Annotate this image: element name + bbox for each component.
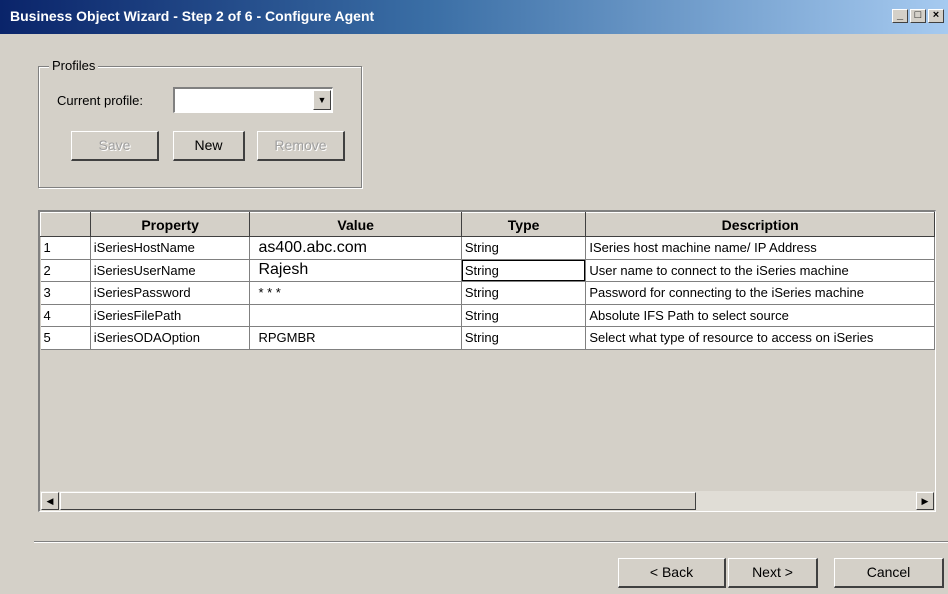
row-number: 3 xyxy=(40,281,91,305)
column-header-value[interactable]: Value xyxy=(249,212,462,237)
horizontal-scrollbar[interactable]: ◀ ▶ xyxy=(40,491,935,511)
profiles-legend: Profiles xyxy=(49,58,99,73)
description-cell: Select what type of resource to access o… xyxy=(585,326,935,350)
title-bar: Business Object Wizard - Step 2 of 6 - C… xyxy=(0,0,948,34)
value-cell[interactable]: Rajesh xyxy=(249,259,462,282)
minimize-icon[interactable]: _ xyxy=(892,9,908,23)
window-controls: _ □ × xyxy=(892,9,944,23)
property-cell: iSeriesUserName xyxy=(90,259,251,282)
table-row[interactable]: 4 iSeriesFilePath String Absolute IFS Pa… xyxy=(40,304,935,327)
window-title: Business Object Wizard - Step 2 of 6 - C… xyxy=(10,8,375,24)
type-cell: String xyxy=(461,326,587,350)
column-header-type[interactable]: Type xyxy=(460,212,587,237)
description-cell: ISeries host machine name/ IP Address xyxy=(585,236,935,260)
property-cell: iSeriesODAOption xyxy=(90,326,251,350)
property-cell: iSeriesHostName xyxy=(90,236,251,260)
row-number: 1 xyxy=(40,236,91,260)
value-cell[interactable]: RPGMBR xyxy=(249,326,462,350)
scroll-right-icon[interactable]: ▶ xyxy=(916,492,934,510)
new-button[interactable]: New xyxy=(173,131,245,161)
next-button[interactable]: Next > xyxy=(728,558,818,588)
property-grid[interactable]: Property Value Type Description 1 iSerie… xyxy=(38,210,936,512)
scroll-left-icon[interactable]: ◀ xyxy=(41,492,59,510)
row-number: 4 xyxy=(40,304,91,327)
save-button[interactable]: Save xyxy=(71,131,159,161)
maximize-icon[interactable]: □ xyxy=(910,9,926,23)
value-cell[interactable]: * * * xyxy=(249,281,462,305)
table-row[interactable]: 2 iSeriesUserName Rajesh String User nam… xyxy=(40,259,935,282)
description-cell: User name to connect to the iSeries mach… xyxy=(585,259,935,282)
type-cell: String xyxy=(461,281,587,305)
value-cell[interactable]: as400.abc.com xyxy=(249,236,462,260)
row-number: 5 xyxy=(40,326,91,350)
property-cell: iSeriesPassword xyxy=(90,281,251,305)
cancel-button[interactable]: Cancel xyxy=(834,558,944,588)
current-profile-label: Current profile: xyxy=(57,93,143,108)
type-cell: String xyxy=(461,259,587,282)
table-row[interactable]: 5 iSeriesODAOption RPGMBR String Select … xyxy=(40,326,935,350)
table-row[interactable]: 1 iSeriesHostName as400.abc.com String I… xyxy=(40,236,935,260)
scroll-thumb[interactable] xyxy=(60,492,696,510)
column-header-property[interactable]: Property xyxy=(89,212,251,237)
property-cell: iSeriesFilePath xyxy=(90,304,251,327)
type-cell: String xyxy=(461,236,587,260)
value-cell[interactable] xyxy=(249,304,462,327)
property-table: Property Value Type Description 1 iSerie… xyxy=(40,212,935,350)
table-header-row: Property Value Type Description xyxy=(40,212,935,237)
type-cell: String xyxy=(461,304,587,327)
column-header-rownum xyxy=(40,212,91,237)
profiles-group: Profiles Current profile: ▼ Save New Rem… xyxy=(38,58,362,188)
table-row[interactable]: 3 iSeriesPassword * * * String Password … xyxy=(40,281,935,305)
column-header-description[interactable]: Description xyxy=(585,212,935,237)
description-cell: Absolute IFS Path to select source xyxy=(585,304,935,327)
current-profile-select[interactable]: ▼ xyxy=(173,87,333,113)
back-button[interactable]: < Back xyxy=(618,558,726,588)
close-icon[interactable]: × xyxy=(928,9,944,23)
row-number: 2 xyxy=(40,259,91,282)
footer-separator xyxy=(34,541,948,543)
chevron-down-icon[interactable]: ▼ xyxy=(313,90,331,110)
description-cell: Password for connecting to the iSeries m… xyxy=(585,281,935,305)
remove-button[interactable]: Remove xyxy=(257,131,345,161)
